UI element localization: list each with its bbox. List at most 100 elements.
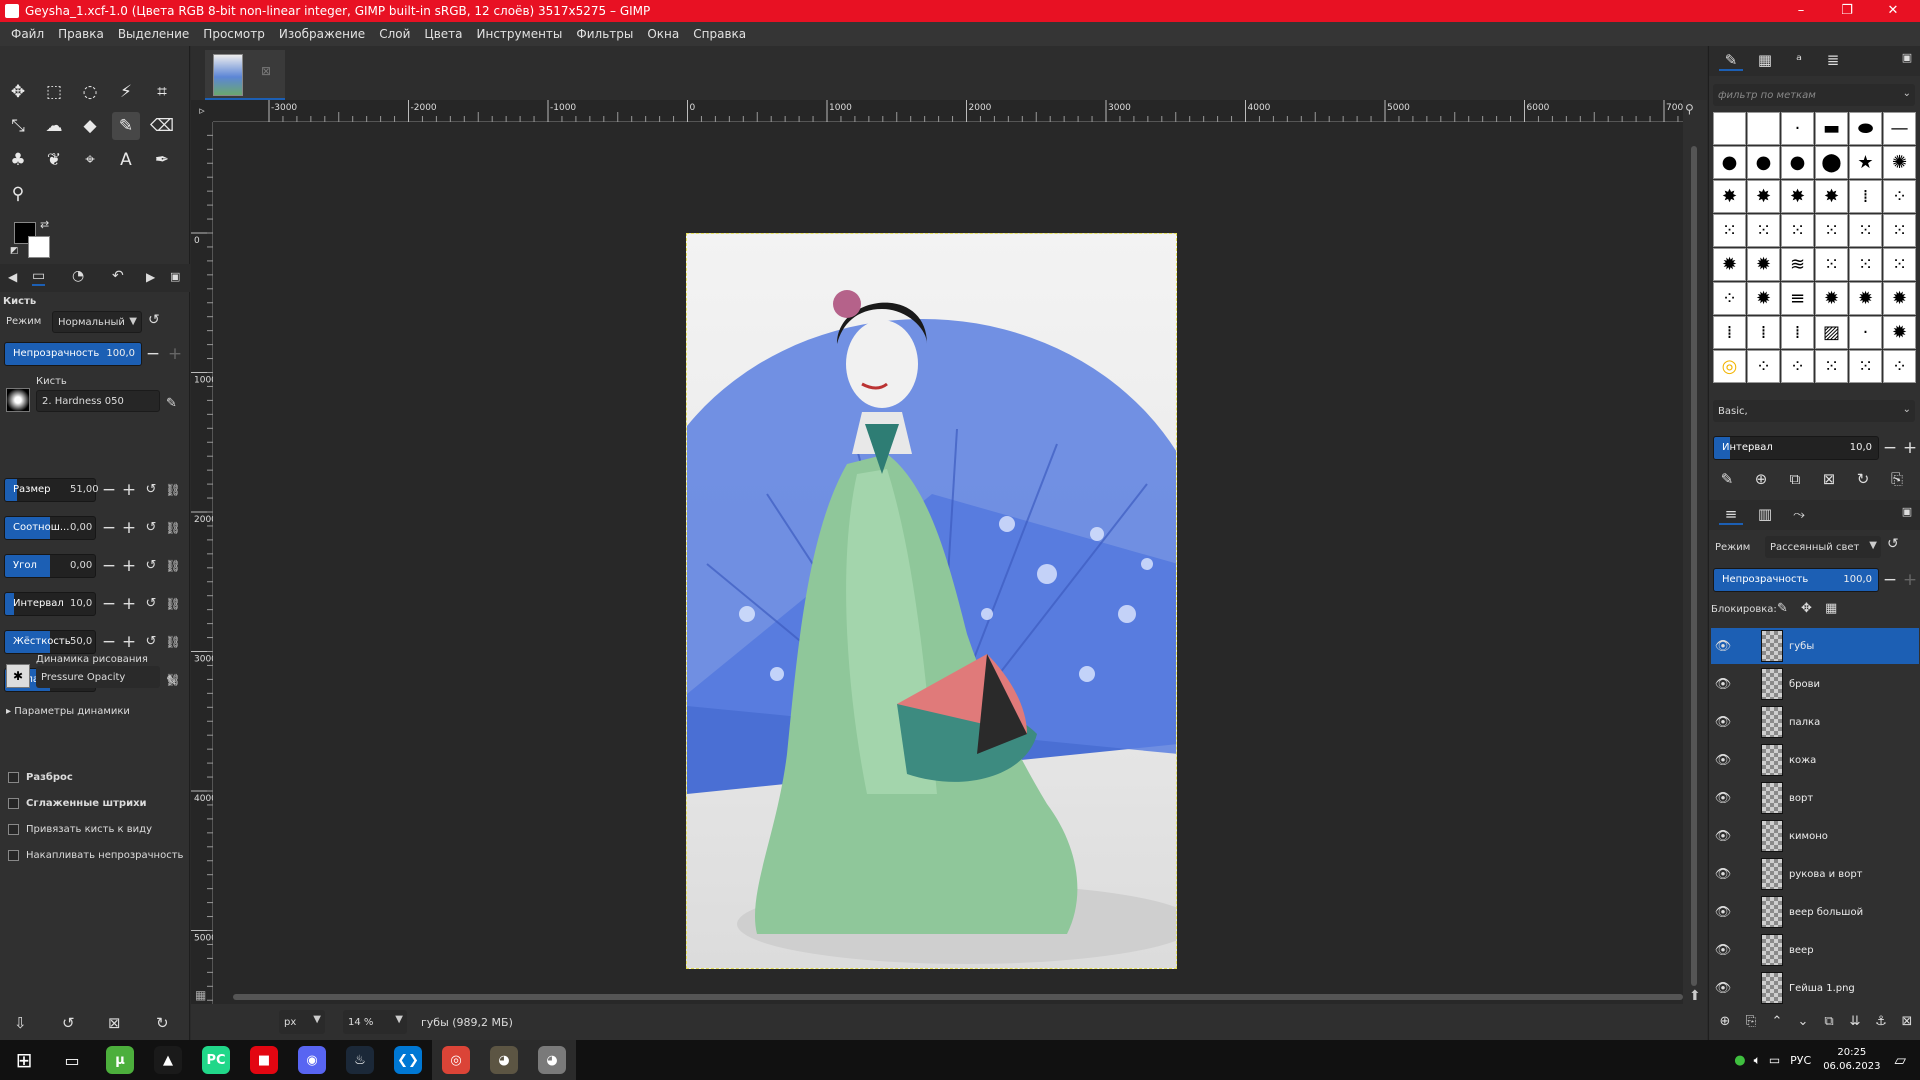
brush-cell[interactable] (1747, 112, 1780, 145)
brush-cell[interactable]: ● (1781, 146, 1814, 179)
visibility-eye-icon[interactable]: 👁︎ (1711, 639, 1735, 654)
open-brush-icon[interactable]: ⎘ (1885, 470, 1909, 488)
delete-brush-icon[interactable]: ⊠ (1817, 470, 1841, 488)
brush-cell[interactable]: ⁙ (1815, 248, 1848, 281)
brush-cell[interactable]: ⁙ (1713, 214, 1746, 247)
refresh-brushes-icon[interactable]: ↻ (1851, 470, 1875, 488)
bucket-fill-tool-icon[interactable]: ◆ (76, 112, 104, 140)
visibility-eye-icon[interactable]: 👁︎ (1711, 943, 1735, 958)
layer-row[interactable]: 👁︎ кожа (1711, 742, 1919, 778)
layer-mode-select[interactable]: Рассеянный свет ▼ (1765, 536, 1881, 558)
clone-tool-icon[interactable]: ♣ (4, 146, 32, 174)
param-minus-button[interactable]: − (100, 631, 118, 653)
tab-document-history-icon[interactable]: ≣ (1821, 51, 1845, 69)
tab-fonts-icon[interactable]: ᵃ (1787, 51, 1811, 69)
visibility-eye-icon[interactable]: 👁︎ (1711, 753, 1735, 768)
zoom-lock-icon[interactable]: ⚲ (1685, 102, 1694, 116)
reset-layer-mode-icon[interactable]: ↺ (1887, 536, 1899, 552)
restore-options-icon[interactable]: ↺ (62, 1014, 75, 1032)
tab-tool-options-icon[interactable]: ▭ (32, 268, 46, 286)
brush-cell[interactable]: ⁞ (1747, 316, 1780, 349)
brush-cell[interactable]: ⁘ (1713, 282, 1746, 315)
vertical-scrollbar[interactable] (1691, 146, 1697, 986)
menu-help[interactable]: Справка (686, 27, 753, 41)
layer-opacity-slider[interactable]: Непрозрачность 100,0 (1713, 568, 1879, 592)
duplicate-brush-icon[interactable]: ⧉ (1783, 470, 1807, 488)
dynamics-params-expander[interactable]: ▸ Параметры динамики (6, 706, 130, 717)
menu-colors[interactable]: Цвета (417, 27, 469, 41)
tab-device-status-icon[interactable]: ◔ (72, 268, 84, 284)
taskbar-app-discord[interactable]: ◉ (288, 1040, 336, 1080)
menu-windows[interactable]: Окна (640, 27, 686, 41)
brush-cell[interactable]: ⁙ (1815, 214, 1848, 247)
brush-cell[interactable]: ✹ (1883, 316, 1916, 349)
new-brush-icon[interactable]: ⊕ (1749, 470, 1773, 488)
brush-cell[interactable]: ⁙ (1883, 214, 1916, 247)
visibility-eye-icon[interactable]: 👁︎ (1711, 867, 1735, 882)
paths-tool-icon[interactable]: ⌖ (76, 146, 104, 174)
layer-row[interactable]: 👁︎ веер (1711, 932, 1919, 968)
save-options-icon[interactable]: ⇩ (14, 1014, 27, 1032)
brush-cell[interactable]: ⁘ (1747, 350, 1780, 383)
brush-cell[interactable]: ✹ (1815, 282, 1848, 315)
eraser-tool-icon[interactable]: ⌫ (148, 112, 176, 140)
brush-cell[interactable]: ⁘ (1781, 350, 1814, 383)
tab-scroll-left-icon[interactable]: ◀ (8, 270, 17, 284)
tab-paths-icon[interactable]: ⤳ (1787, 505, 1811, 523)
brush-cell[interactable]: ✹ (1849, 282, 1882, 315)
brush-cell[interactable]: ★ (1849, 146, 1882, 179)
brush-cell[interactable]: ✹ (1747, 282, 1780, 315)
param-link-icon[interactable]: ⛓ (164, 517, 182, 539)
brush-cell[interactable]: ✸ (1713, 180, 1746, 213)
close-button[interactable]: ✕ (1870, 0, 1916, 22)
brush-cell[interactable]: ✸ (1815, 180, 1848, 213)
warp-tool-icon[interactable]: ☁ (40, 112, 68, 140)
menu-tools[interactable]: Инструменты (470, 27, 570, 41)
anchor-layer-icon[interactable]: ⚓ (1869, 1014, 1893, 1029)
brush-cell[interactable]: ⁙ (1849, 214, 1882, 247)
brush-cell[interactable]: ▨ (1815, 316, 1848, 349)
brush-cell[interactable]: ⁙ (1781, 214, 1814, 247)
brush-cell[interactable]: ⁞ (1713, 316, 1746, 349)
brush-select[interactable]: 2. Hardness 050 (36, 390, 160, 412)
brush-tag-filter[interactable]: фильтр по меткам ⌄ (1713, 84, 1915, 106)
image-menu-icon[interactable]: ▹ (191, 100, 213, 122)
layer-row[interactable]: 👁︎ кимоно (1711, 818, 1919, 854)
edit-brush-icon[interactable]: ✎ (166, 396, 177, 411)
new-layer-group-icon[interactable]: ⎘ (1739, 1014, 1763, 1029)
zoom-tool-icon[interactable]: ⚲ (4, 180, 32, 208)
dynamics-select[interactable]: Pressure Opacity (36, 666, 160, 688)
taskbar-app-steam[interactable]: ♨ (336, 1040, 384, 1080)
raise-layer-icon[interactable]: ⌃ (1765, 1014, 1789, 1029)
dynamics-preview-icon[interactable]: ✱ (6, 664, 30, 688)
brush-cell[interactable]: ⁙ (1849, 248, 1882, 281)
menu-file[interactable]: Файл (4, 27, 51, 41)
reset-options-icon[interactable]: ↻ (156, 1014, 169, 1032)
param-link-icon[interactable]: ⛓ (164, 479, 182, 501)
layer-row[interactable]: 👁︎ рукова и ворт (1711, 856, 1919, 892)
param-plus-button[interactable]: + (120, 631, 138, 653)
option-checkbox[interactable] (8, 772, 19, 783)
layer-row[interactable]: 👁︎ ворт (1711, 780, 1919, 816)
brush-cell[interactable]: ⁘ (1883, 350, 1916, 383)
brush-preset-select[interactable]: Basic, ⌄ (1713, 400, 1915, 422)
brush-cell[interactable] (1713, 112, 1746, 145)
tab-undo-history-icon[interactable]: ↶ (112, 268, 124, 284)
zoom-select[interactable]: 14 % ▼ (343, 1010, 407, 1034)
param-minus-button[interactable]: − (100, 479, 118, 501)
brush-cell[interactable]: ⬤ (1815, 146, 1848, 179)
horizontal-scrollbar[interactable] (233, 994, 1683, 1000)
brush-cell[interactable]: ⁞ (1781, 316, 1814, 349)
lock-alpha-icon[interactable]: ▦ (1825, 601, 1837, 616)
param-plus-button[interactable]: + (120, 555, 138, 577)
start-button[interactable]: ⊞ (0, 1040, 48, 1080)
horizontal-ruler[interactable]: -3000 -2000 -1000 0 1000 2000 3000 4000 5000 6000… (213, 100, 1689, 122)
brush-cell[interactable]: ● (1747, 146, 1780, 179)
brush-cell[interactable]: ✹ (1713, 248, 1746, 281)
taskbar-app-gimp-1[interactable]: ◕ (480, 1040, 528, 1080)
param-link-icon[interactable]: ⛓ (164, 555, 182, 577)
brush-cell[interactable]: ✸ (1781, 180, 1814, 213)
param-minus-button[interactable]: − (100, 517, 118, 539)
param-reset-icon[interactable]: ↺ (142, 555, 160, 577)
taskbar-app-vscode[interactable]: ❮❯ (384, 1040, 432, 1080)
